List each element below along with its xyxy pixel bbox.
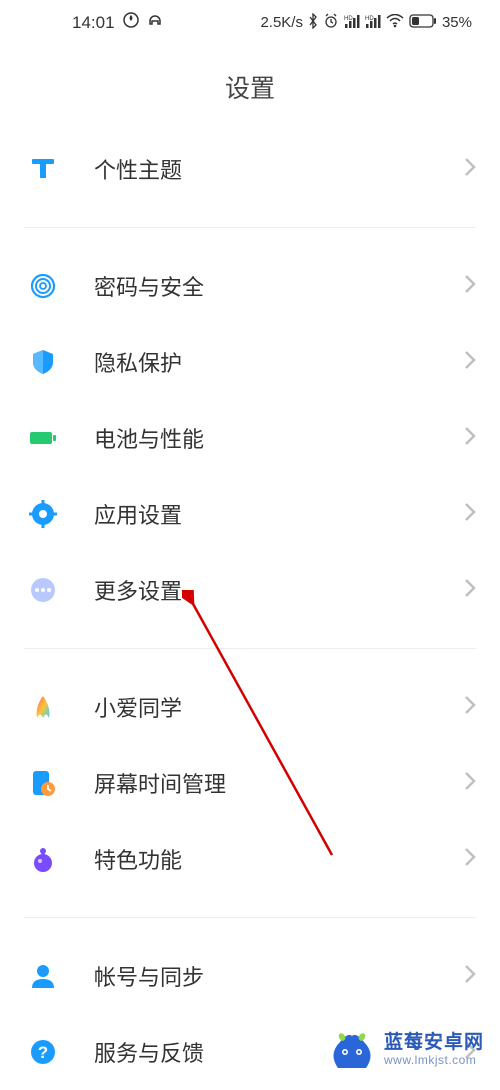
divider — [24, 227, 476, 228]
status-bar: 14:01 2.5K/s HD HD 35% — [0, 0, 500, 45]
row-privacy[interactable]: 隐私保护 — [0, 324, 500, 400]
account-icon — [28, 961, 58, 991]
chevron-right-icon — [464, 426, 476, 451]
row-label: 更多设置 — [94, 574, 182, 606]
battery-outline-icon — [409, 14, 437, 32]
chevron-right-icon — [464, 578, 476, 603]
row-label: 屏幕时间管理 — [94, 767, 226, 799]
row-more-settings[interactable]: 更多设置 — [0, 552, 500, 628]
settings-list: 个性主题 密码与安全 隐私保护 电池与性能 应用设置 更多设置 小爱同学 屏幕时… — [0, 131, 500, 1090]
svg-text:?: ? — [38, 1043, 48, 1062]
dots-icon — [28, 575, 58, 605]
status-time: 14:01 — [72, 13, 115, 33]
divider — [24, 917, 476, 918]
row-xiaoai[interactable]: 小爱同学 — [0, 669, 500, 745]
signal2-icon: HD — [365, 14, 381, 32]
watermark-url: www.lmkjst.com — [384, 1054, 484, 1067]
page-title: 设置 — [0, 45, 500, 131]
row-label: 小爱同学 — [94, 691, 182, 723]
row-label: 电池与性能 — [94, 422, 204, 454]
chevron-right-icon — [464, 964, 476, 989]
chevron-right-icon — [464, 350, 476, 375]
signal1-icon: HD — [344, 14, 360, 32]
row-label: 应用设置 — [94, 498, 182, 530]
screentime-icon — [28, 768, 58, 798]
battery-percent: 35% — [442, 14, 472, 31]
fingerprint-icon — [28, 271, 58, 301]
row-account-sync[interactable]: 帐号与同步 — [0, 938, 500, 1014]
bluetooth-icon — [308, 13, 318, 33]
row-label: 隐私保护 — [94, 346, 182, 378]
theme-icon — [28, 154, 58, 184]
xiaoai-icon — [28, 692, 58, 722]
watermark: 蓝莓安卓网 www.lmkjst.com — [330, 1030, 484, 1070]
chevron-right-icon — [464, 847, 476, 872]
row-label: 个性主题 — [94, 153, 182, 185]
alarm-icon — [323, 13, 339, 33]
row-screentime[interactable]: 屏幕时间管理 — [0, 745, 500, 821]
watermark-title: 蓝莓安卓网 — [384, 1033, 484, 1054]
svg-text:HD: HD — [365, 16, 374, 22]
help-icon: ? — [28, 1037, 58, 1067]
shield-icon — [28, 347, 58, 377]
feature-icon — [28, 844, 58, 874]
row-battery[interactable]: 电池与性能 — [0, 400, 500, 476]
row-label: 密码与安全 — [94, 270, 204, 302]
row-app-settings[interactable]: 应用设置 — [0, 476, 500, 552]
chevron-right-icon — [464, 502, 476, 527]
row-features[interactable]: 特色功能 — [0, 821, 500, 897]
netease-icon — [123, 12, 139, 33]
chevron-right-icon — [464, 695, 476, 720]
chevron-right-icon — [464, 771, 476, 796]
net-rate: 2.5K/s — [260, 14, 303, 31]
gear-icon — [28, 499, 58, 529]
headphones-icon — [147, 12, 163, 33]
row-theme[interactable]: 个性主题 — [0, 131, 500, 207]
row-label: 特色功能 — [94, 843, 182, 875]
battery-icon — [28, 423, 58, 453]
svg-text:HD: HD — [344, 16, 353, 22]
watermark-logo-icon — [330, 1030, 374, 1070]
wifi-icon — [386, 14, 404, 32]
row-password-security[interactable]: 密码与安全 — [0, 248, 500, 324]
chevron-right-icon — [464, 157, 476, 182]
divider — [24, 648, 476, 649]
row-label: 帐号与同步 — [94, 960, 204, 992]
chevron-right-icon — [464, 274, 476, 299]
row-label: 服务与反馈 — [94, 1036, 204, 1068]
